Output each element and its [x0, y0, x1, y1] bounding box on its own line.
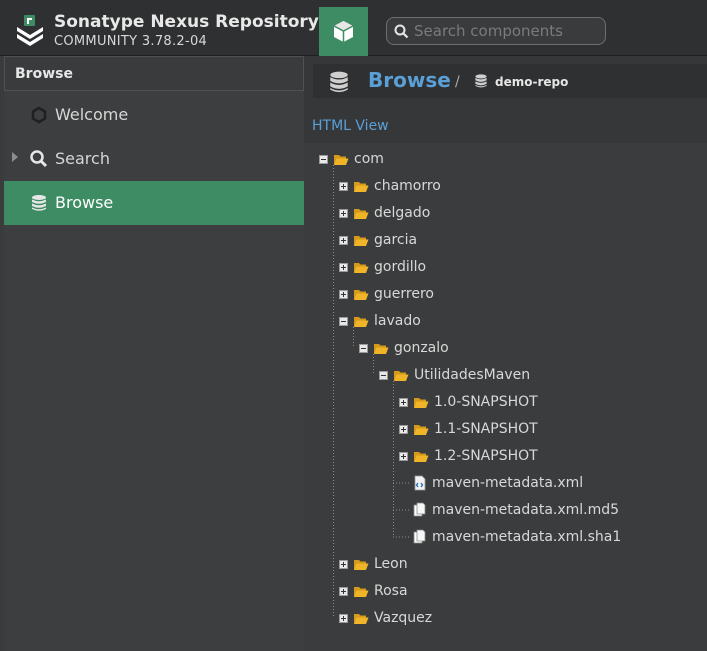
tree-folder-node[interactable]: gonzalo: [359, 338, 449, 358]
expand-toggle-icon[interactable]: [399, 397, 408, 407]
tree-node-label: com: [354, 151, 384, 167]
tree-node-label: Vazquez: [374, 610, 433, 626]
folder-icon: [354, 262, 369, 273]
tree-folder-node[interactable]: lavado: [339, 311, 421, 331]
expand-toggle-icon[interactable]: [339, 613, 348, 623]
folder-icon: [354, 235, 369, 246]
expand-toggle-icon[interactable]: [339, 208, 348, 218]
folder-icon: [354, 289, 369, 300]
folder-open-icon: [374, 343, 389, 354]
tree-node-label: Rosa: [374, 583, 408, 599]
sidebar-item-label: Search: [55, 149, 110, 168]
app-edition: COMMUNITY 3.78.2-04: [54, 34, 208, 49]
tree-folder-node[interactable]: Leon: [339, 554, 408, 574]
tree-node-label: 1.2-SNAPSHOT: [434, 448, 538, 464]
xml-file-icon: [414, 475, 426, 491]
tree-node-label: lavado: [374, 313, 421, 329]
breadcrumb-repo-name: demo-repo: [495, 75, 569, 89]
file-icon: [413, 502, 426, 517]
sidebar-heading: Browse: [4, 56, 304, 91]
tree-folder-node[interactable]: garcia: [339, 230, 417, 250]
tree-folder-node[interactable]: chamorro: [339, 176, 441, 196]
expand-arrow-icon[interactable]: [12, 152, 18, 162]
folder-icon: [354, 613, 369, 624]
main-panel: Browse / demo-repo HTML View com chamorro…: [304, 56, 707, 651]
folder-icon: [354, 181, 369, 192]
expand-toggle-icon[interactable]: [339, 559, 348, 569]
tree-node-label: maven-metadata.xml.sha1: [432, 529, 622, 545]
database-icon: [32, 195, 46, 211]
tree-folder-node[interactable]: UtilidadesMaven: [379, 365, 530, 385]
tree-file-node[interactable]: maven-metadata.xml.md5: [413, 500, 619, 520]
tree-node-label: UtilidadesMaven: [414, 367, 531, 383]
sidebar: Browse Welcome Search Browse: [4, 56, 304, 651]
expand-toggle-icon[interactable]: [339, 181, 348, 191]
folder-icon: [414, 424, 429, 435]
folder-open-icon: [354, 316, 369, 327]
folder-open-icon: [334, 154, 349, 165]
cube-icon: [333, 21, 354, 42]
tree-node-label: delgado: [374, 205, 431, 221]
app-title: Sonatype Nexus Repository: [54, 12, 319, 32]
database-icon: [475, 74, 487, 88]
sidebar-item-browse[interactable]: Browse: [4, 181, 304, 225]
expand-toggle-icon[interactable]: [399, 424, 408, 434]
search-icon: [394, 24, 409, 39]
folder-icon: [354, 208, 369, 219]
tree-file-node[interactable]: maven-metadata.xml.sha1: [413, 527, 621, 547]
tree-node-label: chamorro: [374, 178, 441, 194]
tree-folder-node[interactable]: delgado: [339, 203, 430, 223]
tree-folder-node[interactable]: com: [319, 149, 384, 169]
hexagon-icon: [31, 106, 47, 124]
html-view-link[interactable]: HTML View: [312, 118, 389, 134]
tree-node-label: 1.1-SNAPSHOT: [434, 421, 538, 437]
tree-node-label: garcia: [374, 232, 418, 248]
collapse-toggle-icon[interactable]: [379, 370, 388, 380]
sidebar-item-label: Welcome: [55, 105, 129, 124]
folder-icon: [414, 397, 429, 408]
browse-mode-button[interactable]: [319, 7, 368, 56]
breadcrumb-browse-link[interactable]: Browse: [368, 68, 451, 92]
app-header: Sonatype Nexus Repository COMMUNITY 3.78…: [0, 0, 707, 56]
collapse-toggle-icon[interactable]: [319, 154, 328, 164]
tree-node-label: maven-metadata.xml: [432, 475, 584, 491]
tree-node-label: gonzalo: [394, 340, 449, 356]
tree-file-node[interactable]: maven-metadata.xml: [413, 473, 583, 493]
sidebar-item-search[interactable]: Search: [4, 137, 304, 181]
tree-node-label: Leon: [374, 556, 408, 572]
tree-folder-node[interactable]: Vazquez: [339, 608, 432, 628]
repository-tree: com chamorro delgado garcia gordillo guerrero…: [304, 143, 707, 651]
collapse-toggle-icon[interactable]: [339, 316, 348, 326]
tree-folder-node[interactable]: 1.0-SNAPSHOT: [399, 392, 538, 412]
expand-toggle-icon[interactable]: [339, 289, 348, 299]
tree-folder-node[interactable]: 1.2-SNAPSHOT: [399, 446, 538, 466]
folder-icon: [354, 586, 369, 597]
collapse-toggle-icon[interactable]: [359, 343, 368, 353]
breadcrumb: Browse / demo-repo: [313, 64, 707, 98]
nexus-logo-icon: [17, 15, 43, 46]
tree-node-label: maven-metadata.xml.md5: [432, 502, 620, 518]
folder-icon: [354, 559, 369, 570]
folder-icon: [414, 451, 429, 462]
expand-toggle-icon[interactable]: [339, 262, 348, 272]
tree-node-label: guerrero: [374, 286, 434, 302]
search-components-box[interactable]: [386, 17, 606, 45]
tree-folder-node[interactable]: 1.1-SNAPSHOT: [399, 419, 538, 439]
tree-folder-node[interactable]: gordillo: [339, 257, 426, 277]
expand-toggle-icon[interactable]: [339, 235, 348, 245]
tree-folder-node[interactable]: Rosa: [339, 581, 408, 601]
tree-node-label: 1.0-SNAPSHOT: [434, 394, 538, 410]
search-components-input[interactable]: [414, 21, 600, 41]
database-icon: [330, 71, 348, 93]
sidebar-item-label: Browse: [55, 193, 114, 212]
breadcrumb-separator: /: [455, 74, 460, 90]
search-icon: [30, 150, 48, 168]
folder-open-icon: [394, 370, 409, 381]
sidebar-item-welcome[interactable]: Welcome: [4, 93, 304, 137]
file-icon: [413, 529, 426, 544]
expand-toggle-icon[interactable]: [339, 586, 348, 596]
tree-folder-node[interactable]: guerrero: [339, 284, 434, 304]
expand-toggle-icon[interactable]: [399, 451, 408, 461]
tree-node-label: gordillo: [374, 259, 427, 275]
